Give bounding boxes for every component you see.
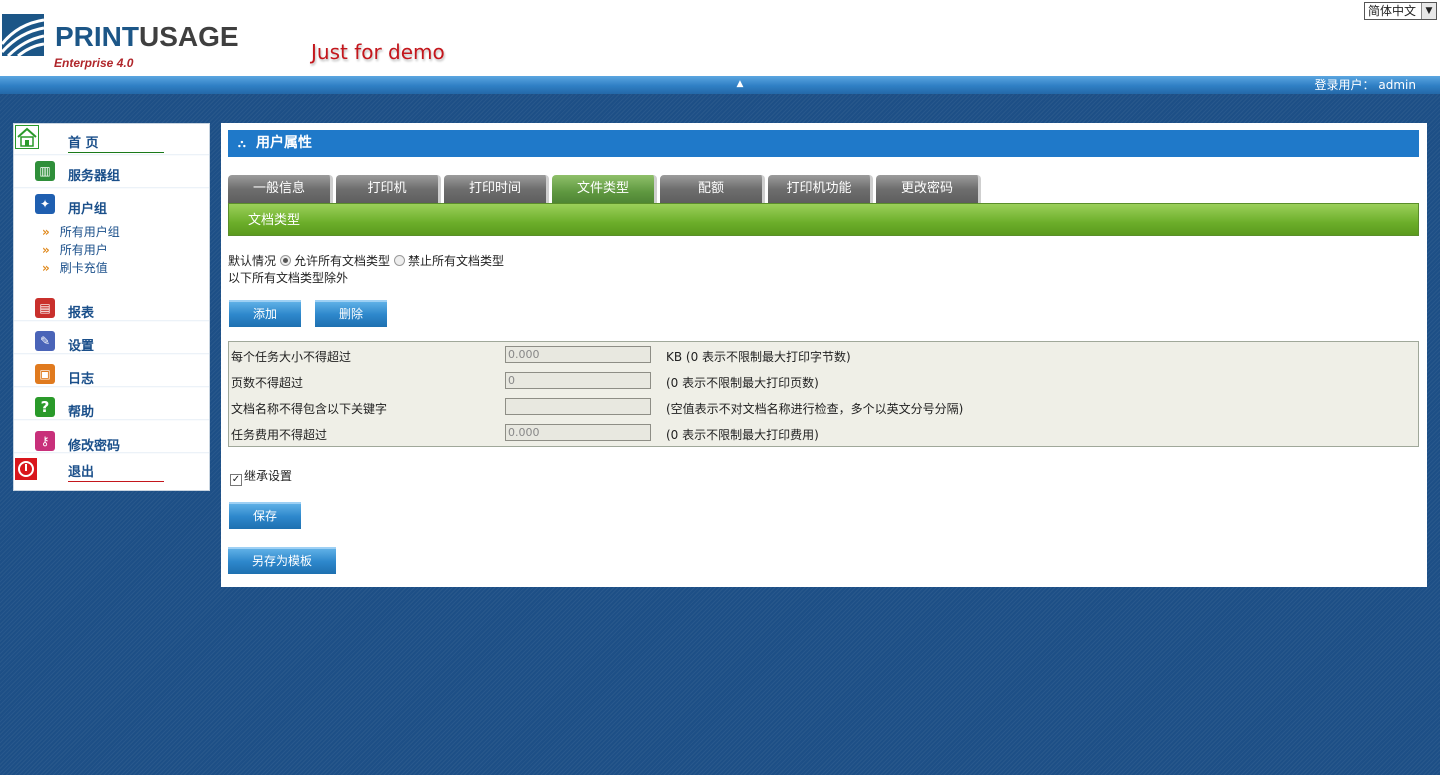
language-value: 简体中文 [1368, 4, 1417, 18]
sidebar-item-label: 服务器组 [68, 169, 121, 184]
page-limit-field[interactable]: 0 [505, 372, 651, 389]
limits-box: 每个任务大小不得超过 0.000 KB (0 表示不限制最大打印字节数) 页数不… [228, 341, 1419, 447]
sidebar-item-logout[interactable]: 退出 [14, 457, 209, 487]
user-group-icon: ✦ [35, 194, 55, 214]
login-user: admin [1378, 78, 1416, 92]
delete-button[interactable]: 删除 [315, 300, 387, 327]
limit-row-keywords: 文档名称不得包含以下关键字 (空值表示不对文档名称进行检查，多个以英文分号分隔) [229, 394, 1418, 420]
sidebar-item-label: 首 页 [68, 132, 164, 153]
sidebar: 首 页 ▥ 服务器组 ✦ 用户组 » 所有用户组 » 所有用户 » 刷卡充值 ▤ 报表… [13, 123, 210, 491]
limit-row-cost: 任务费用不得超过 0.000 (0 表示不限制最大打印费用) [229, 420, 1418, 446]
divider [14, 320, 209, 322]
sidebar-item-label: 用户组 [68, 202, 108, 217]
default-label: 默认情况 [228, 254, 277, 268]
sidebar-subitem-all-users[interactable]: » 所有用户 [42, 241, 108, 258]
divider [14, 187, 209, 189]
tab-general[interactable]: 一般信息 [228, 175, 333, 203]
save-as-template-button[interactable]: 另存为模板 [228, 547, 336, 574]
divider [14, 452, 209, 454]
tab-change-password[interactable]: 更改密码 [876, 175, 981, 203]
limit-hint: (0 表示不限制最大打印费用) [666, 428, 819, 442]
chevron-down-icon[interactable]: ▼ [1421, 3, 1436, 19]
login-label: 登录用户： [1314, 78, 1375, 92]
limit-row-size: 每个任务大小不得超过 0.000 KB (0 表示不限制最大打印字节数) [229, 342, 1418, 368]
demo-note: Just for demo [311, 40, 445, 64]
save-button[interactable]: 保存 [229, 502, 301, 529]
power-icon [15, 458, 37, 480]
tab-printer-functions[interactable]: 打印机功能 [768, 175, 873, 203]
double-chevron-right-icon: » [42, 261, 50, 275]
cost-limit-field[interactable]: 0.000 [505, 424, 651, 441]
limit-row-pages: 页数不得超过 0 (0 表示不限制最大打印页数) [229, 368, 1418, 394]
header: PRINTUSAGE Enterprise 4.0 Just for demo … [0, 0, 1440, 76]
logo-swoosh-icon [2, 14, 44, 56]
double-chevron-right-icon: » [42, 225, 50, 239]
divider [14, 353, 209, 355]
sidebar-item-label: 帮助 [68, 405, 95, 420]
tab-quota[interactable]: 配额 [660, 175, 765, 203]
tab-file-type[interactable]: 文件类型 [552, 175, 657, 203]
sidebar-item-label: 日志 [68, 372, 95, 387]
limit-label: 页数不得超过 [231, 376, 304, 390]
settings-icon: ✎ [35, 331, 55, 351]
allow-all-radio[interactable] [280, 255, 292, 266]
sidebar-item-user-group[interactable]: ✦ 用户组 [14, 190, 209, 220]
sidebar-subitem-card-recharge[interactable]: » 刷卡充值 [42, 259, 108, 276]
divider [14, 419, 209, 421]
sidebar-item-server-group[interactable]: ▥ 服务器组 [14, 157, 209, 187]
tab-printer[interactable]: 打印机 [336, 175, 441, 203]
keyword-field[interactable] [505, 398, 651, 415]
divider [14, 154, 209, 156]
top-bar: ▲ 登录用户： admin [0, 76, 1440, 94]
limit-hint: (空值表示不对文档名称进行检查，多个以英文分号分隔) [666, 402, 964, 416]
deny-all-label[interactable]: 禁止所有文档类型 [408, 254, 504, 268]
key-icon: ⚷ [35, 431, 55, 451]
size-limit-field[interactable]: 0.000 [505, 346, 651, 363]
double-chevron-right-icon: » [42, 243, 50, 257]
collapse-header-icon[interactable]: ▲ [734, 78, 746, 90]
page-title: 用户属性 [256, 135, 312, 151]
section-header: 文档类型 [228, 203, 1419, 236]
logo-text: PRINTUSAGE [55, 21, 239, 52]
divider [14, 386, 209, 388]
deny-all-radio[interactable] [394, 255, 406, 266]
logo-subtitle: Enterprise 4.0 [54, 56, 134, 70]
exception-note: 以下所有文档类型除外 [228, 271, 349, 285]
limit-hint: KB (0 表示不限制最大打印字节数) [666, 350, 851, 364]
limit-label: 任务费用不得超过 [231, 428, 328, 442]
sidebar-item-label: 报表 [68, 306, 95, 321]
log-icon: ▣ [35, 364, 55, 384]
inherit-setting[interactable]: ✓ 继承设置 [230, 469, 292, 486]
main-panel: ⛬ 用户属性 一般信息 打印机 打印时间 文件类型 配额 打印机功能 更改密码 … [221, 123, 1427, 587]
server-group-icon: ▥ [35, 161, 55, 181]
default-policy: 默认情况 允许所有文档类型 禁止所有文档类型 [228, 253, 504, 269]
sidebar-item-label: 退出 [68, 461, 164, 482]
logo: PRINTUSAGE Enterprise 4.0 [0, 12, 250, 70]
report-icon: ▤ [35, 298, 55, 318]
limit-label: 文档名称不得包含以下关键字 [231, 402, 388, 416]
inherit-checkbox[interactable]: ✓ [230, 474, 242, 486]
hierarchy-icon: ⛬ [238, 137, 246, 150]
inherit-label[interactable]: 继承设置 [244, 469, 292, 483]
language-select[interactable]: 简体中文 ▼ [1364, 2, 1437, 20]
home-icon [15, 125, 39, 149]
help-icon: ? [35, 397, 55, 417]
sidebar-subitem-all-user-groups[interactable]: » 所有用户组 [42, 223, 120, 240]
add-button[interactable]: 添加 [229, 300, 301, 327]
allow-all-label[interactable]: 允许所有文档类型 [294, 254, 390, 268]
tab-print-time[interactable]: 打印时间 [444, 175, 549, 203]
limit-label: 每个任务大小不得超过 [231, 350, 352, 364]
sidebar-item-label: 设置 [68, 339, 95, 354]
panel-title-bar: ⛬ 用户属性 [228, 130, 1419, 157]
login-info: 登录用户： admin [1315, 78, 1416, 92]
limit-hint: (0 表示不限制最大打印页数) [666, 376, 819, 390]
sidebar-item-home[interactable]: 首 页 [14, 124, 209, 154]
